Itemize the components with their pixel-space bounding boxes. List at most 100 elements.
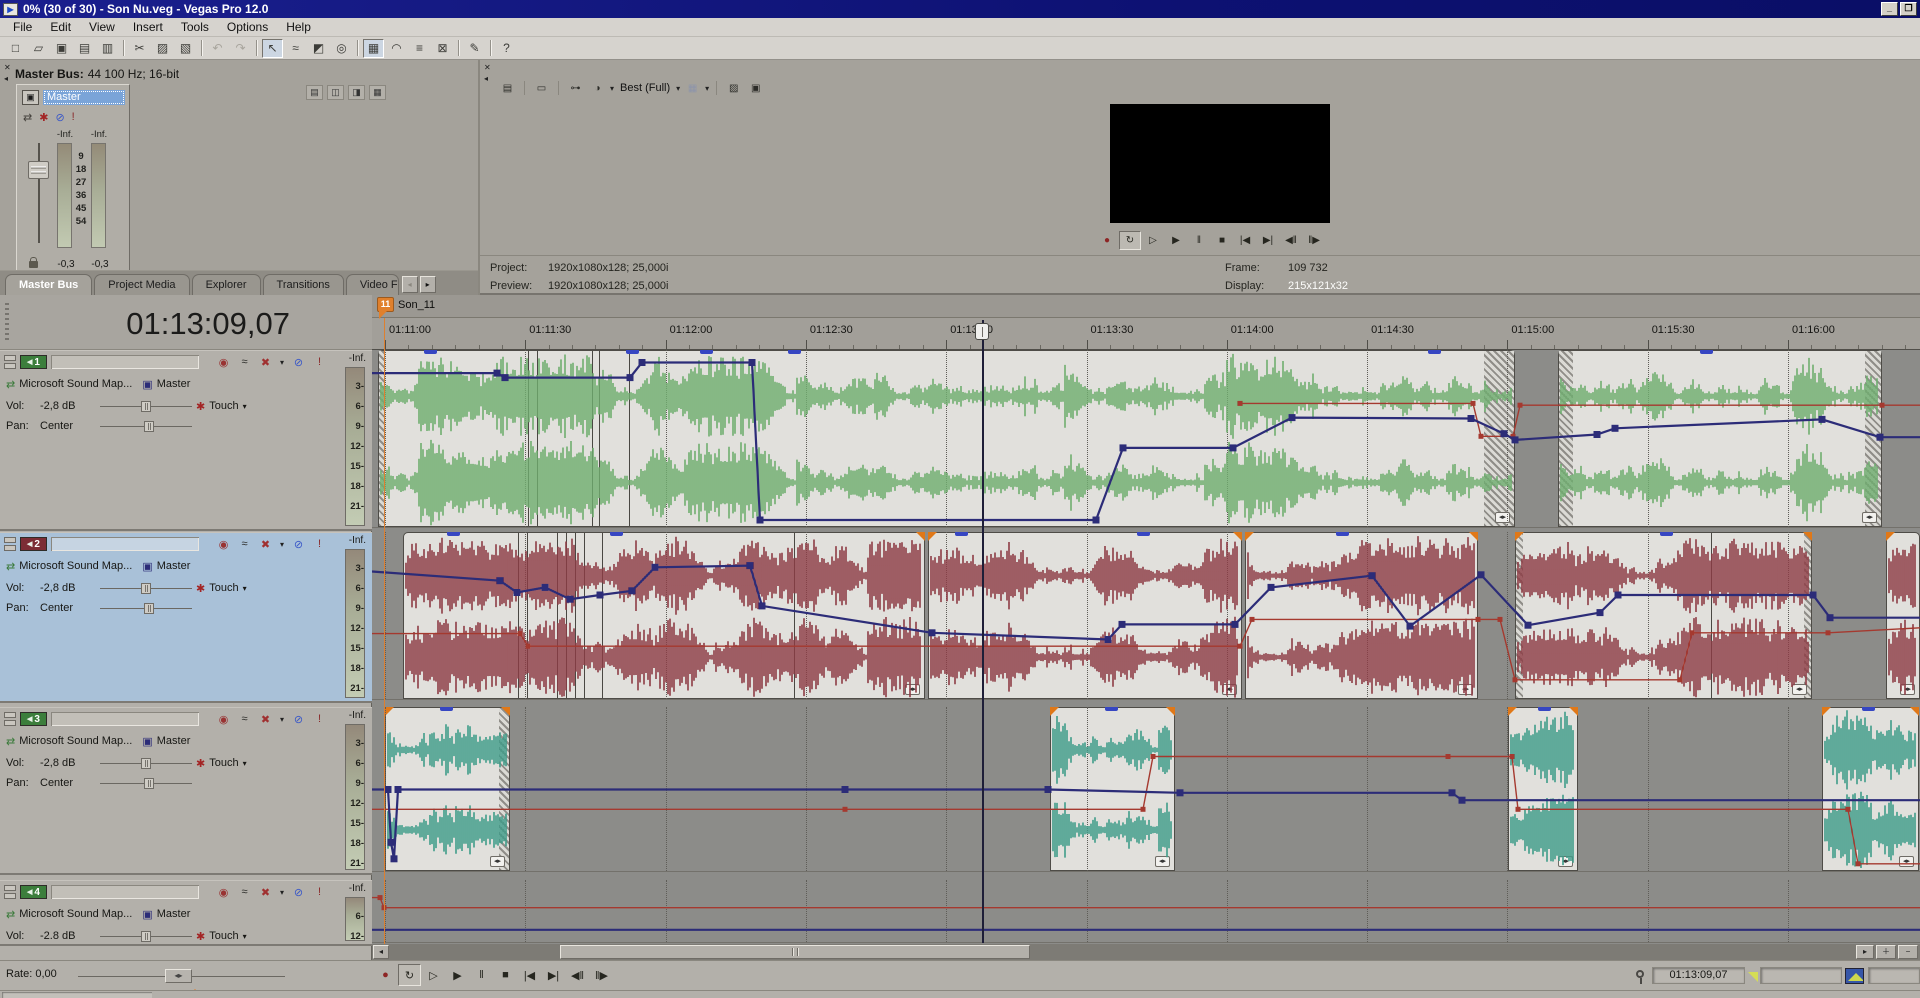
audio-event[interactable]: ◂▸ bbox=[403, 532, 925, 699]
cursor-time-field[interactable]: 01:13:09,07 bbox=[1652, 967, 1745, 984]
rate-slider-handle[interactable]: ◂▸ bbox=[165, 969, 192, 983]
save-icon[interactable]: ▣ bbox=[51, 39, 72, 58]
input-routing-icon[interactable]: ⇄ bbox=[6, 735, 15, 748]
event-fade-handle-icon[interactable]: ◂▸ bbox=[1458, 684, 1473, 695]
mute-caret-icon[interactable]: ▾ bbox=[278, 540, 286, 549]
event-fade-handle-icon[interactable]: ◂▸ bbox=[1558, 856, 1573, 867]
scroll-left-icon[interactable]: ◂ bbox=[373, 945, 389, 959]
arm-for-record-icon[interactable]: ◉ bbox=[215, 713, 232, 726]
pause-button[interactable]: ‖ bbox=[1188, 231, 1210, 250]
mute-icon[interactable]: ✖ bbox=[257, 713, 274, 726]
bus-assign-icon[interactable]: ▣ bbox=[142, 735, 152, 748]
automation-gear-icon[interactable]: ✱ bbox=[196, 757, 205, 770]
audio-event[interactable]: ◂▸ bbox=[1508, 707, 1578, 871]
volume-slider[interactable] bbox=[100, 401, 192, 412]
audio-event[interactable]: ◂▸ bbox=[1245, 532, 1478, 699]
phase-icon[interactable]: ! bbox=[311, 886, 328, 898]
play-button[interactable]: ▶ bbox=[1165, 231, 1187, 250]
pan-slider[interactable] bbox=[100, 603, 192, 614]
video-monitor-icon[interactable]: ▭ bbox=[532, 80, 551, 97]
track-number-badge[interactable]: ◀3 bbox=[20, 712, 47, 726]
menu-help[interactable]: Help bbox=[277, 18, 320, 36]
lock-icon[interactable] bbox=[29, 261, 38, 268]
menu-tools[interactable]: Tools bbox=[172, 18, 218, 36]
audio-event[interactable]: ◂▸ bbox=[1822, 707, 1919, 871]
track-lane-1[interactable]: ◂▸◂▸ bbox=[372, 350, 1920, 528]
arm-for-record-icon[interactable]: ◉ bbox=[215, 886, 232, 899]
master-mute-icon[interactable]: ⊘ bbox=[55, 111, 64, 124]
input-routing-icon[interactable]: ⇄ bbox=[6, 560, 15, 573]
pan-slider-thumb[interactable] bbox=[144, 421, 154, 432]
track-name-field[interactable] bbox=[51, 537, 199, 551]
automation-caret-icon[interactable]: ▾ bbox=[243, 402, 247, 411]
loop-playback-button[interactable]: ↻ bbox=[398, 964, 421, 986]
master-dim-icon[interactable]: ! bbox=[72, 111, 75, 124]
external-monitor-icon[interactable]: ⊶ bbox=[566, 80, 585, 97]
mute-caret-icon[interactable]: ▾ bbox=[278, 715, 286, 724]
loop-playback-button[interactable]: ↻ bbox=[1119, 231, 1141, 250]
tab-project-media[interactable]: Project Media bbox=[94, 274, 189, 295]
volume-slider[interactable] bbox=[100, 931, 192, 942]
stop-button[interactable]: ■ bbox=[1211, 231, 1233, 250]
bus-assign-icon[interactable]: ▣ bbox=[142, 560, 152, 573]
mute-caret-icon[interactable]: ▾ bbox=[278, 888, 286, 897]
record-button[interactable]: ● bbox=[1096, 231, 1118, 250]
pan-slider-thumb[interactable] bbox=[144, 603, 154, 614]
event-fade-handle-icon[interactable]: ◂▸ bbox=[1155, 856, 1170, 867]
master-io-plug-icon[interactable]: ⇄ bbox=[23, 111, 32, 124]
quality-label[interactable]: Best (Full) bbox=[620, 82, 670, 94]
cut-icon[interactable]: ✂ bbox=[129, 39, 150, 58]
bus-assign-icon[interactable]: ▣ bbox=[142, 908, 152, 921]
enable-snapping-icon[interactable]: ▦ bbox=[363, 39, 384, 58]
pin-pane-icon[interactable]: ◂ bbox=[484, 75, 488, 83]
arm-for-record-icon[interactable]: ◉ bbox=[215, 538, 232, 551]
overlays-caret-icon[interactable]: ▾ bbox=[705, 84, 709, 93]
automation-caret-icon[interactable]: ▾ bbox=[243, 932, 247, 941]
copy-snapshot-icon[interactable]: ▨ bbox=[724, 80, 743, 97]
pin-pane-icon[interactable]: ◂ bbox=[4, 75, 8, 83]
audio-event[interactable]: ◂▸ bbox=[1050, 707, 1175, 871]
master-bus-grid-icon[interactable]: ▦ bbox=[369, 85, 386, 100]
project-properties-icon[interactable]: ▤ bbox=[74, 39, 95, 58]
arm-for-record-icon[interactable]: ◉ bbox=[215, 356, 232, 369]
master-bus-insert-fx-icon[interactable]: ◫ bbox=[327, 85, 344, 100]
tabs-scroll-left-icon[interactable]: ◂ bbox=[402, 276, 418, 293]
tab-transitions[interactable]: Transitions bbox=[263, 274, 344, 295]
volume-slider-thumb[interactable] bbox=[141, 758, 151, 769]
previous-frame-button[interactable]: ◀‖ bbox=[1280, 231, 1302, 250]
master-bus-speaker-icon[interactable]: ◨ bbox=[348, 85, 365, 100]
quality-caret-icon[interactable]: ▾ bbox=[610, 84, 614, 93]
track-minimize-restore-icon[interactable] bbox=[4, 537, 16, 551]
marker-bar[interactable] bbox=[372, 295, 1920, 318]
track-lane-3[interactable]: ◂▸ ◂▸ ◂▸ ◂▸ bbox=[372, 707, 1920, 872]
tab-explorer[interactable]: Explorer bbox=[192, 274, 261, 295]
solo-icon[interactable]: ⊘ bbox=[290, 713, 307, 726]
event-fade-handle-icon[interactable]: ◂▸ bbox=[490, 856, 505, 867]
horizontal-scrollbar[interactable]: ◂ ▸ ＋ − bbox=[372, 944, 1920, 960]
volume-slider-thumb[interactable] bbox=[141, 583, 151, 594]
stop-button[interactable]: ■ bbox=[494, 964, 517, 986]
tabs-scroll-right-icon[interactable]: ▸ bbox=[420, 276, 436, 293]
go-to-start-button[interactable]: |◀ bbox=[518, 964, 541, 986]
phase-icon[interactable]: ! bbox=[311, 538, 328, 550]
master-route-icon[interactable]: ▣ bbox=[22, 90, 39, 105]
tab-master-bus[interactable]: Master Bus bbox=[5, 274, 92, 295]
close-pane-icon[interactable]: ✕ bbox=[4, 64, 11, 72]
solo-icon[interactable]: ⊘ bbox=[290, 538, 307, 551]
time-ruler[interactable]: 01:11:0001:11:3001:12:0001:12:3001:13:00… bbox=[372, 318, 1920, 350]
zoom-out-icon[interactable]: − bbox=[1898, 945, 1918, 959]
automation-gear-icon[interactable]: ✱ bbox=[196, 400, 205, 413]
whats-this-help-icon[interactable]: ? bbox=[496, 39, 517, 58]
pan-slider-thumb[interactable] bbox=[144, 778, 154, 789]
selection-length-field[interactable] bbox=[1868, 967, 1920, 984]
copy-icon[interactable]: ▨ bbox=[152, 39, 173, 58]
event-fade-handle-icon[interactable]: ◂▸ bbox=[1900, 684, 1915, 695]
track-minimize-restore-icon[interactable] bbox=[4, 355, 16, 369]
menu-file[interactable]: File bbox=[4, 18, 41, 36]
solo-icon[interactable]: ⊘ bbox=[290, 886, 307, 899]
menu-options[interactable]: Options bbox=[218, 18, 277, 36]
playhead-handle[interactable] bbox=[975, 323, 989, 340]
zoom-in-icon[interactable]: ＋ bbox=[1876, 945, 1896, 959]
event-fade-handle-icon[interactable]: ◂▸ bbox=[905, 684, 920, 695]
track-envelope-icon[interactable]: ≈ bbox=[236, 713, 253, 725]
